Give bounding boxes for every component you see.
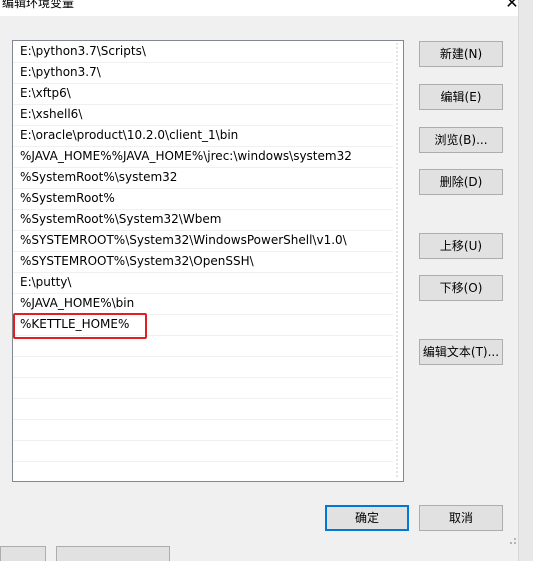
- edit-text-button[interactable]: 编辑文本(T)...: [419, 339, 503, 365]
- list-scroll-indicator[interactable]: [393, 41, 401, 481]
- title-bar: 编辑环境变量 ✕: [0, 0, 533, 16]
- empty-list-row: [13, 440, 393, 462]
- list-item-text: E:\putty\: [20, 275, 72, 289]
- background-tab: [0, 546, 46, 561]
- path-listbox[interactable]: E:\python3.7\Scripts\ E:\python3.7\ E:\x…: [12, 40, 404, 482]
- list-item[interactable]: %SystemRoot%\System32\Wbem: [13, 209, 393, 231]
- resize-grip-icon[interactable]: [507, 535, 517, 545]
- list-item[interactable]: E:\xshell6\: [13, 104, 393, 126]
- list-item-text: %SYSTEMROOT%\System32\WindowsPowerShell\…: [20, 233, 347, 247]
- new-button[interactable]: 新建(N): [419, 41, 503, 67]
- empty-list-row: [13, 398, 393, 420]
- window-title: 编辑环境变量: [2, 0, 75, 10]
- ok-button[interactable]: 确定: [325, 505, 409, 531]
- list-item[interactable]: E:\python3.7\: [13, 62, 393, 84]
- list-item-text: E:\xftp6\: [20, 86, 71, 100]
- background-tab: [56, 546, 170, 561]
- list-item-text: %SYSTEMROOT%\System32\OpenSSH\: [20, 254, 254, 268]
- list-item[interactable]: E:\oracle\product\10.2.0\client_1\bin: [13, 125, 393, 147]
- list-item[interactable]: E:\python3.7\Scripts\: [13, 41, 393, 63]
- list-item-text: %SystemRoot%\system32: [20, 170, 178, 184]
- list-item[interactable]: %SYSTEMROOT%\System32\WindowsPowerShell\…: [13, 230, 393, 252]
- browse-button[interactable]: 浏览(B)...: [419, 127, 503, 153]
- move-down-button[interactable]: 下移(O): [419, 275, 503, 301]
- list-item-text: %SystemRoot%: [20, 191, 115, 205]
- list-item[interactable]: %JAVA_HOME%%JAVA_HOME%\jrec:\windows\sys…: [13, 146, 393, 168]
- list-item-text: E:\python3.7\: [20, 65, 101, 79]
- cancel-button[interactable]: 取消: [419, 505, 503, 531]
- list-item[interactable]: E:\putty\: [13, 272, 393, 294]
- edit-button[interactable]: 编辑(E): [419, 84, 503, 110]
- list-item[interactable]: E:\xftp6\: [13, 83, 393, 105]
- empty-list-row: [13, 377, 393, 399]
- list-item[interactable]: %SystemRoot%\system32: [13, 167, 393, 189]
- list-item[interactable]: %JAVA_HOME%\bin: [13, 293, 393, 315]
- list-item-text: %JAVA_HOME%%JAVA_HOME%\jrec:\windows\sys…: [20, 149, 352, 163]
- list-item[interactable]: %SystemRoot%: [13, 188, 393, 210]
- kettle-home-highlight: [13, 313, 147, 339]
- list-item-text: E:\python3.7\Scripts\: [20, 44, 146, 58]
- background-window-strip: [0, 546, 180, 561]
- empty-list-row: [13, 356, 393, 378]
- list-item[interactable]: %SYSTEMROOT%\System32\OpenSSH\: [13, 251, 393, 273]
- delete-button[interactable]: 删除(D): [419, 169, 503, 195]
- window-right-edge: [518, 0, 533, 561]
- list-item-text: E:\oracle\product\10.2.0\client_1\bin: [20, 128, 239, 142]
- list-item-text: %SystemRoot%\System32\Wbem: [20, 212, 222, 226]
- move-up-button[interactable]: 上移(U): [419, 233, 503, 259]
- empty-list-row: [13, 419, 393, 441]
- list-item-text: %JAVA_HOME%\bin: [20, 296, 135, 310]
- list-item-text: E:\xshell6\: [20, 107, 83, 121]
